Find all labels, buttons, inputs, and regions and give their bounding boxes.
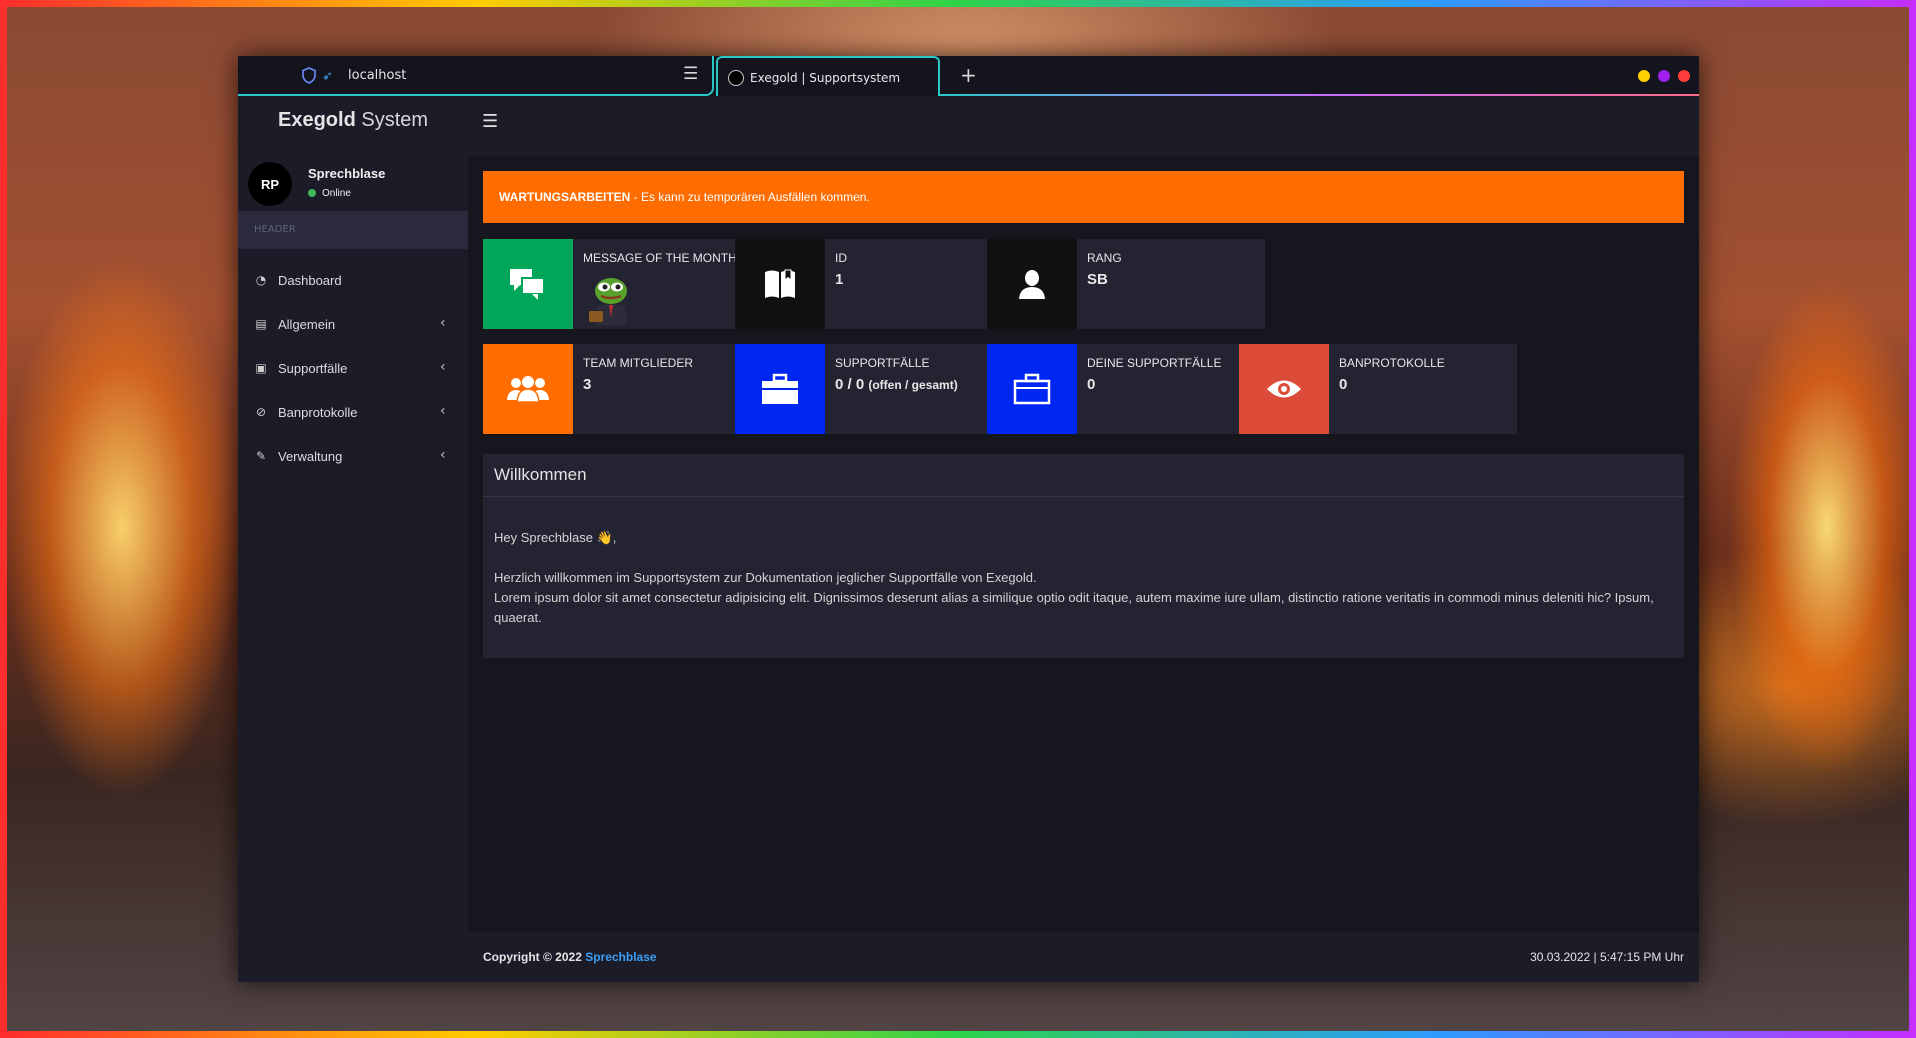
sidebar-item-supportfaelle[interactable]: ▣ Supportfälle ‹ (238, 348, 468, 392)
owner-link[interactable]: Sprechblase (585, 950, 656, 964)
sidebar-item-banprotokolle[interactable]: ⊘ Banprotokolle ‹ (238, 392, 468, 436)
info-box-motm: MESSAGE OF THE MONTH (483, 239, 761, 329)
info-box-value: 0 / 0 (offen / gesamt) (835, 376, 958, 393)
bookmark-book-icon (735, 239, 825, 329)
user-panel: RP Sprechblase Online (238, 162, 468, 206)
sidebar-toggle-icon[interactable]: ☰ (482, 111, 498, 132)
briefcase-icon: ▣ (255, 361, 267, 375)
sidebar-header: HEADER (238, 211, 468, 249)
info-box-banprotokolle: BANPROTOKOLLE 0 (1239, 344, 1517, 434)
browser-window: ➶ localhost ☰ Exegold | Supportsystem + … (238, 56, 1699, 982)
timestamp: 30.03.2022 | 5:47:15 PM Uhr (1530, 950, 1684, 964)
tracking-bird-icon: ➶ (322, 69, 333, 84)
sidebar-item-verwaltung[interactable]: ✎ Verwaltung ‹ (238, 436, 468, 480)
maintenance-alert: WARTUNGSARBEITEN - Es kann zu temporären… (483, 171, 1684, 223)
chevron-left-icon: ‹ (440, 447, 446, 463)
info-box-label: TEAM MITGLIEDER (583, 356, 694, 370)
info-box-label: BANPROTOKOLLE (1339, 356, 1445, 370)
shield-icon (302, 67, 316, 84)
welcome-greeting: Hey Sprechblase 👋, (494, 530, 617, 545)
app-header: Exegold System ☰ (238, 96, 1699, 156)
info-box-deine-supportfaelle: DEINE SUPPORTFÄLLE 0 (987, 344, 1265, 434)
panel-title: Willkommen (494, 465, 587, 484)
user-status: Online (308, 188, 351, 199)
maximize-dot-icon[interactable] (1658, 70, 1670, 82)
info-box-label: SUPPORTFÄLLE (835, 356, 930, 370)
chevron-left-icon: ‹ (440, 359, 446, 375)
user-name: Sprechblase (308, 166, 386, 181)
pepe-frog-image (589, 278, 627, 325)
info-box-team: TEAM MITGLIEDER 3 (483, 344, 761, 434)
tab-title: Exegold | Supportsystem (750, 71, 901, 85)
dashboard-icon: ◔ (255, 273, 267, 287)
users-icon (483, 344, 573, 434)
info-box-label: ID (835, 251, 847, 265)
browser-tab-active[interactable]: Exegold | Supportsystem (716, 56, 940, 96)
minimize-dot-icon[interactable] (1638, 70, 1650, 82)
sidebar-item-allgemein[interactable]: ▤ Allgemein ‹ (238, 304, 468, 348)
new-tab-plus-icon[interactable]: + (960, 63, 977, 87)
book-icon: ▤ (255, 317, 267, 331)
info-box-value: 3 (583, 376, 592, 393)
browser-toolbar: ➶ localhost ☰ Exegold | Supportsystem + (238, 56, 1699, 96)
sidebar-item-dashboard[interactable]: ◔ Dashboard (238, 260, 468, 304)
user-icon (987, 239, 1077, 329)
pencil-icon: ✎ (255, 449, 267, 463)
briefcase-icon (735, 344, 825, 434)
sidebar: RP Sprechblase Online HEADER ◔ Dashboard… (238, 156, 468, 982)
online-dot-icon (308, 189, 316, 197)
address-bar[interactable]: ➶ localhost ☰ (238, 56, 714, 96)
chat-bubbles-icon (483, 239, 573, 329)
favicon-icon (728, 70, 744, 86)
copyright: Copyright © 2022 Sprechblase (483, 950, 657, 964)
info-box-label: RANG (1087, 251, 1122, 265)
welcome-line-2: Lorem ipsum dolor sit amet consectetur a… (494, 590, 1654, 625)
welcome-panel: Willkommen Hey Sprechblase 👋, Herzlich w… (483, 454, 1684, 658)
brand-logo[interactable]: Exegold System (278, 109, 428, 132)
info-box-rang: RANG SB (987, 239, 1265, 329)
info-box-value: 0 (1339, 376, 1348, 393)
chevron-left-icon: ‹ (440, 315, 446, 331)
eye-icon (1239, 344, 1329, 434)
close-dot-icon[interactable] (1678, 70, 1690, 82)
info-box-id: ID 1 (735, 239, 1013, 329)
main-content: WARTUNGSARBEITEN - Es kann zu temporären… (468, 156, 1699, 932)
info-box-label: MESSAGE OF THE MONTH (583, 251, 737, 265)
info-box-value: SB (1087, 271, 1108, 288)
url-text[interactable]: localhost (348, 68, 406, 83)
panel-divider (483, 496, 1684, 497)
chevron-left-icon: ‹ (440, 403, 446, 419)
briefcase-outline-icon (987, 344, 1077, 434)
ban-icon: ⊘ (255, 405, 267, 419)
hamburger-menu-icon[interactable]: ☰ (683, 64, 698, 84)
info-box-supportfaelle: SUPPORTFÄLLE 0 / 0 (offen / gesamt) (735, 344, 1013, 434)
info-box-value: 0 (1087, 376, 1096, 393)
welcome-line-1: Herzlich willkommen im Supportsystem zur… (494, 570, 1037, 585)
info-box-label: DEINE SUPPORTFÄLLE (1087, 356, 1222, 370)
info-box-value: 1 (835, 271, 844, 288)
footer: Copyright © 2022 Sprechblase 30.03.2022 … (468, 932, 1699, 982)
panel-body: Hey Sprechblase 👋, Herzlich willkommen i… (494, 528, 1654, 628)
avatar: RP (248, 162, 292, 206)
